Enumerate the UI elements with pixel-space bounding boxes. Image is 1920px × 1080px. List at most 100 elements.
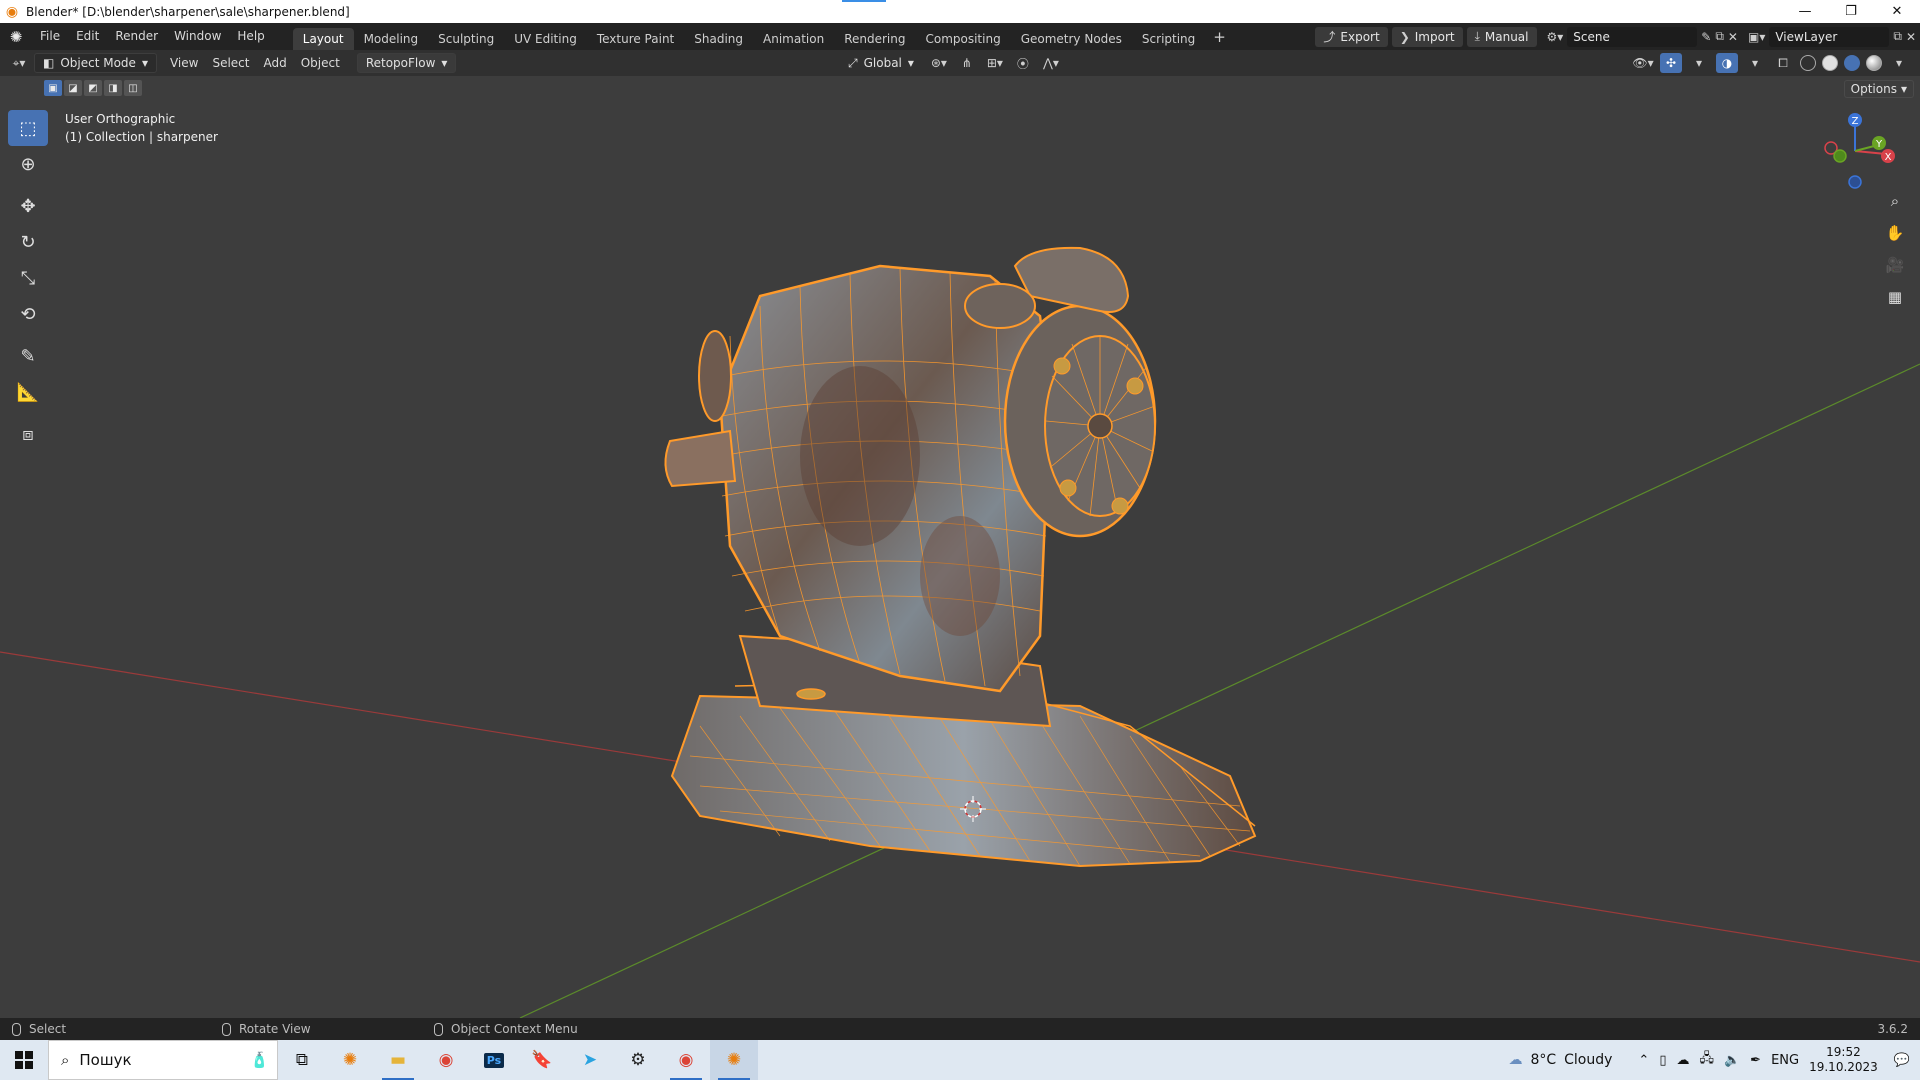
scene-selector-icon[interactable]: ⚙▾ (1547, 30, 1564, 44)
falloff-icon[interactable]: ⋀▾ (1040, 53, 1062, 73)
manual-button[interactable]: ⤓ Manual (1466, 26, 1537, 47)
close-button[interactable]: ✕ (1874, 0, 1920, 23)
bookmark-icon[interactable]: 🔖 (518, 1040, 566, 1080)
scale-icon[interactable]: ⤡ (8, 260, 48, 296)
language-indicator[interactable]: ENG (1771, 1053, 1799, 1068)
viewlayer-selector-icon[interactable]: ▣▾ (1748, 30, 1765, 44)
tab-rendering[interactable]: Rendering (834, 28, 915, 50)
notifications-icon[interactable]: 💬 (1894, 1053, 1910, 1068)
solid-shading-icon[interactable] (1822, 55, 1838, 71)
blender-taskbar-icon[interactable]: ✺ (326, 1040, 374, 1080)
delete-viewlayer-icon[interactable]: ✕ (1906, 30, 1916, 44)
tab-layout[interactable]: Layout (292, 28, 354, 50)
steam-icon[interactable]: ⚙ (614, 1040, 662, 1080)
tab-sculpting[interactable]: Sculpting (428, 28, 504, 50)
new-viewlayer-icon[interactable]: ⧉ (1893, 29, 1902, 44)
tab-texture-paint[interactable]: Texture Paint (587, 28, 684, 50)
select-intersect-icon[interactable]: ◫ (124, 80, 142, 96)
taskbar-clock[interactable]: 19:52 19.10.2023 (1809, 1045, 1878, 1075)
menu-help[interactable]: Help (229, 23, 272, 50)
select-invert-icon[interactable]: ◨ (104, 80, 122, 96)
zoom-icon[interactable]: ⌕ (1882, 188, 1908, 214)
pan-hand-icon[interactable]: ✋ (1882, 220, 1908, 246)
annotate-icon[interactable]: ✎ (8, 338, 48, 374)
ortho-grid-icon[interactable]: ▦ (1882, 284, 1908, 310)
tab-scripting[interactable]: Scripting (1132, 28, 1205, 50)
3d-viewport[interactable]: ▣ ◪ ◩ ◨ ◫ Options ▾ User Orthographic (1… (0, 76, 1920, 1018)
select-new-icon[interactable]: ▣ (44, 80, 62, 96)
chrome-icon[interactable]: ◉ (422, 1040, 470, 1080)
tab-compositing[interactable]: Compositing (915, 28, 1010, 50)
neg-y-handle[interactable] (1833, 149, 1847, 163)
tab-animation[interactable]: Animation (753, 28, 834, 50)
network-icon[interactable]: 🖧 (1699, 1049, 1714, 1071)
import-button[interactable]: ❯ Import (1391, 26, 1463, 47)
task-view-icon[interactable]: ⧉ (278, 1040, 326, 1080)
chrome-profile-icon[interactable]: ◉ (662, 1040, 710, 1080)
snap-target-icon[interactable]: ⊞▾ (984, 53, 1006, 73)
chevron-up-icon[interactable]: ⌃ (1638, 1053, 1649, 1068)
export-button[interactable]: ⤴ Export (1315, 26, 1388, 47)
menu-window[interactable]: Window (166, 23, 229, 50)
blender-active-icon[interactable]: ✺ (710, 1040, 758, 1080)
volume-icon[interactable]: 🔈 (1724, 1053, 1740, 1068)
menu-add[interactable]: Add (256, 56, 293, 70)
menu-render[interactable]: Render (107, 23, 166, 50)
menu-file[interactable]: File (32, 23, 68, 50)
file-explorer-icon[interactable]: ▬ (374, 1040, 422, 1080)
select-box-icon[interactable]: ⬚ (8, 110, 48, 146)
proportional-edit-icon[interactable]: ⦿ (1012, 53, 1034, 73)
weather-widget[interactable]: ☁ 8°C Cloudy (1508, 1052, 1612, 1068)
neg-z-handle[interactable] (1848, 175, 1862, 189)
overlay-dropdown-icon[interactable]: ▾ (1744, 53, 1766, 73)
tab-modeling[interactable]: Modeling (354, 28, 429, 50)
tab-shading[interactable]: Shading (684, 28, 753, 50)
blender-logo-menu[interactable]: ✺ (0, 23, 32, 50)
transform-icon[interactable]: ⟲ (8, 296, 48, 332)
menu-select[interactable]: Select (205, 56, 256, 70)
gizmo-dropdown-icon[interactable]: ▾ (1688, 53, 1710, 73)
snap-icon[interactable]: ⋔ (956, 53, 978, 73)
delete-scene-icon[interactable]: ✕ (1728, 30, 1738, 44)
rendered-shading-icon[interactable] (1866, 55, 1882, 71)
minimize-button[interactable]: — (1782, 0, 1828, 23)
camera-view-icon[interactable]: 🎥 (1882, 252, 1908, 278)
tab-geometry-nodes[interactable]: Geometry Nodes (1011, 28, 1132, 50)
menu-edit[interactable]: Edit (68, 23, 107, 50)
visibility-icon[interactable]: 👁▾ (1632, 53, 1654, 73)
retopoflow-dropdown[interactable]: RetopoFlow ▾ (356, 53, 457, 73)
gizmo-toggle-icon[interactable]: ✣ (1660, 53, 1682, 73)
overlay-toggle-icon[interactable]: ◑ (1716, 53, 1738, 73)
start-button[interactable] (0, 1040, 48, 1080)
orientation-dropdown[interactable]: ⤢ Global ▾ (840, 53, 922, 73)
pin-icon[interactable]: ✎ (1701, 30, 1711, 44)
measure-icon[interactable]: 📐 (8, 374, 48, 410)
photoshop-icon[interactable]: Ps (470, 1040, 518, 1080)
onedrive-icon[interactable]: ☁ (1676, 1053, 1689, 1068)
pivot-icon[interactable]: ⊛▾ (928, 53, 950, 73)
scene-field[interactable]: Scene (1567, 26, 1698, 47)
pen-icon[interactable]: ✒ (1750, 1053, 1761, 1068)
rotate-icon[interactable]: ↻ (8, 224, 48, 260)
cursor-icon[interactable]: ⊕ (8, 146, 48, 182)
device-icon[interactable]: ▯ (1659, 1053, 1666, 1068)
add-cube-icon[interactable]: ⧈ (8, 416, 48, 452)
xray-icon[interactable]: ⧠ (1772, 53, 1794, 73)
menu-view[interactable]: View (163, 56, 205, 70)
taskbar-search[interactable]: ⌕ Пошук 🧴 (48, 1040, 278, 1080)
select-subtract-icon[interactable]: ◩ (84, 80, 102, 96)
menu-object[interactable]: Object (294, 56, 347, 70)
editor-type-icon[interactable]: ⌖▾ (8, 53, 30, 73)
shading-dropdown-icon[interactable]: ▾ (1888, 53, 1910, 73)
material-shading-icon[interactable] (1844, 55, 1860, 71)
options-dropdown[interactable]: Options ▾ (1843, 80, 1914, 98)
add-workspace-button[interactable]: + (1205, 28, 1234, 46)
viewlayer-field[interactable]: ViewLayer (1769, 26, 1890, 47)
navigation-gizmo[interactable]: Z X Y (1810, 106, 1900, 196)
select-extend-icon[interactable]: ◪ (64, 80, 82, 96)
move-icon[interactable]: ✥ (8, 188, 48, 224)
tab-uv-editing[interactable]: UV Editing (504, 28, 587, 50)
wireframe-shading-icon[interactable] (1800, 55, 1816, 71)
telegram-icon[interactable]: ➤ (566, 1040, 614, 1080)
mode-dropdown[interactable]: ◧ Object Mode ▾ (34, 53, 157, 73)
